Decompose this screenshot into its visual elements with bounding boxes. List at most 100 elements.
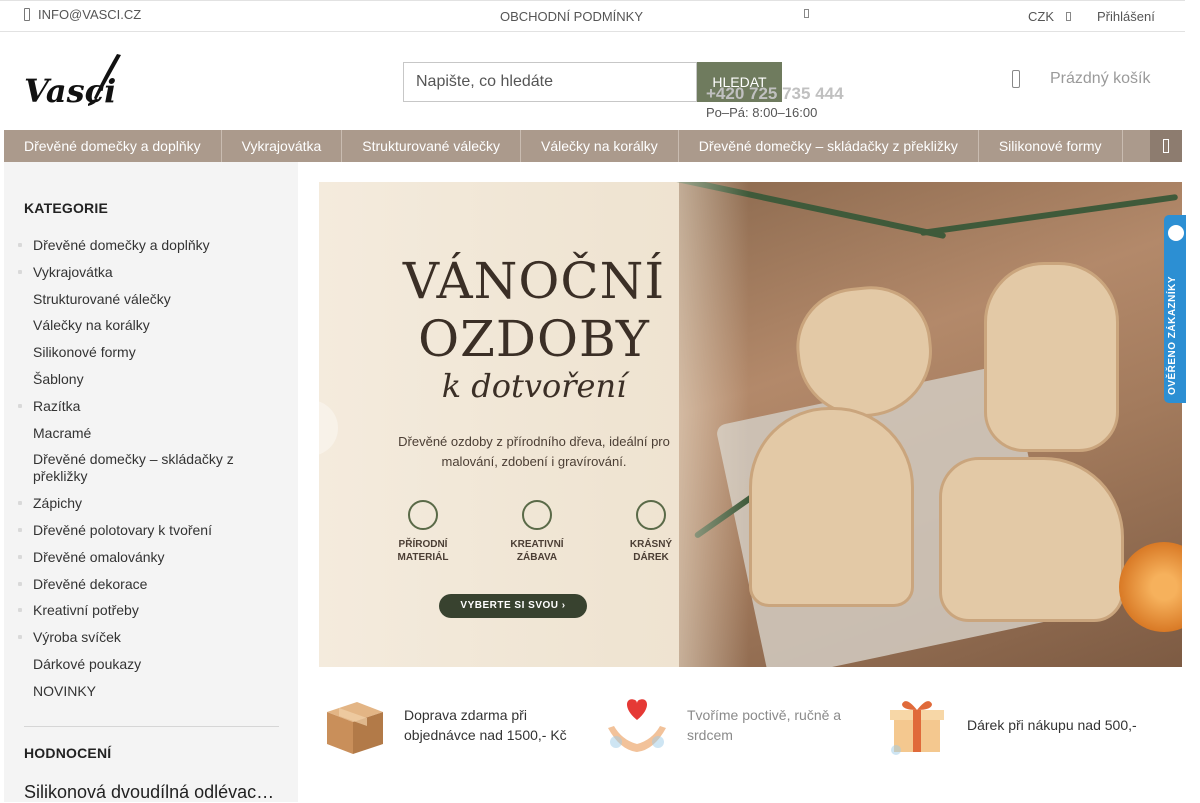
category-label: Dárkové poukazy: [33, 655, 142, 672]
benefit-text: Tvoříme poctivě, ručně a srdcem: [687, 707, 842, 743]
feature-label: DÁREK: [633, 552, 669, 563]
category-label: Výroba svíček: [33, 629, 121, 646]
bullet-icon: [18, 554, 22, 559]
email-link[interactable]: INFO@VASCI.CZ: [24, 7, 141, 22]
benefit-handmade: Tvoříme poctivě, ručně a srdcem: [602, 690, 857, 760]
category-item[interactable]: Dřevěné omalovánky: [18, 549, 278, 566]
category-item[interactable]: Razítka: [18, 398, 278, 415]
nav-item-domecky[interactable]: Dřevěné domečky a doplňky: [4, 130, 222, 162]
category-label: Válečky na korálky: [33, 317, 150, 334]
nav-more-button[interactable]: [1150, 130, 1182, 162]
category-item[interactable]: Dřevěné domečky a doplňky: [18, 237, 278, 254]
category-item[interactable]: Dřevěné dekorace: [18, 576, 278, 593]
category-item[interactable]: NOVINKY: [18, 683, 278, 700]
bullet-icon: [18, 501, 22, 506]
benefit-text: Dárek při nákupu nad 500,-: [967, 717, 1137, 733]
verified-customers-badge[interactable]: OVĚŘENO ZÁKAZNÍKY: [1164, 215, 1186, 403]
category-label: Zápichy: [33, 495, 83, 512]
benefits-row: Doprava zdarma při objednávce nad 1500,-…: [319, 690, 1182, 770]
heureka-logo-icon: [1168, 225, 1184, 241]
feature-creative-fun: KREATIVNÍ ZÁBAVA: [501, 500, 573, 564]
category-item[interactable]: Válečky na korálky: [18, 317, 278, 334]
parcel-box-icon: [327, 702, 383, 754]
hero-banner[interactable]: VÁNOČNÍ OZDOBY k dotvoření Dřevěné ozdob…: [319, 182, 1182, 667]
banner-title-line1: VÁNOČNÍ: [402, 252, 666, 310]
category-item[interactable]: Vykrajovátka: [18, 264, 278, 281]
login-link[interactable]: Přihlášení: [1097, 9, 1155, 24]
feature-label: KRÁSNÝ: [629, 539, 673, 550]
currency-selector[interactable]: CZK: [1028, 9, 1071, 24]
more-icon: [1163, 139, 1169, 153]
gift-icon: [636, 500, 666, 530]
menu-icon[interactable]: [804, 9, 809, 21]
benefit-text: Doprava zdarma při objednávce nad 1500,-…: [404, 707, 567, 743]
feature-label: PŘÍRODNÍ: [398, 539, 448, 550]
bullet-icon: [18, 527, 22, 532]
opening-hours: Po–Pá: 8:00–16:00: [706, 105, 818, 120]
bullet-icon: [18, 608, 22, 613]
verified-badge-text: OVĚŘENO ZÁKAZNÍKY: [1167, 275, 1178, 395]
logo[interactable]: Vasci: [24, 52, 124, 110]
nav-item-valecky-na-koralky[interactable]: Válečky na korálky: [521, 130, 679, 162]
category-label: Strukturované válečky: [33, 290, 171, 307]
category-label: Razítka: [33, 397, 81, 414]
cart-link[interactable]: Prázdný košík: [1012, 70, 1150, 88]
header: Vasci HLEDAT +420 725 735 444 Po–Pá: 8:0…: [0, 32, 1185, 130]
top-bar: INFO@VASCI.CZ OBCHODNÍ PODMÍNKY CZK Přih…: [0, 0, 1185, 32]
feature-label: ZÁBAVA: [516, 552, 558, 563]
phone-number[interactable]: +420 725 735 444: [706, 84, 844, 104]
category-label: Dřevěné domečky – skládačky z překližky: [33, 451, 234, 485]
feature-nice-gift: KRÁSNÝ DÁREK: [615, 500, 687, 564]
reviews-heading: HODNOCENÍ: [24, 745, 112, 761]
bell-ornament-image: [749, 407, 914, 607]
banner-subtitle: k dotvoření: [441, 367, 627, 405]
bullet-icon: [18, 403, 22, 408]
category-label: Dřevěné dekorace: [33, 575, 148, 592]
category-item[interactable]: Šablony: [18, 371, 278, 388]
rocking-horse-ornament-image: [939, 457, 1124, 622]
category-label: NOVINKY: [33, 682, 97, 699]
benefit-free-shipping: Doprava zdarma při objednávce nad 1500,-…: [319, 690, 574, 760]
cart-icon: [1012, 70, 1020, 88]
nav-item-silikonove-formy[interactable]: Silikonové formy: [979, 130, 1123, 162]
banner-features: PŘÍRODNÍ MATERIÁL KREATIVNÍ ZÁBAVA KRÁSN…: [387, 500, 687, 564]
category-item[interactable]: Kreativní potřeby: [18, 602, 278, 619]
bullet-icon: [18, 635, 22, 640]
banner-cta-button[interactable]: VYBERTE SI SVOU ›: [439, 594, 587, 618]
nav-item-skladacky[interactable]: Dřevěné domečky – skládačky z překližky: [679, 130, 979, 162]
chevron-down-icon: [1066, 12, 1071, 21]
gift-box-icon: [890, 701, 944, 755]
category-label: Šablony: [33, 370, 84, 387]
terms-link[interactable]: OBCHODNÍ PODMÍNKY: [500, 9, 643, 24]
category-label: Dřevěné omalovánky: [33, 548, 165, 565]
currency-label: CZK: [1028, 9, 1054, 24]
cart-label: Prázdný košík: [1050, 70, 1151, 87]
category-label: Macramé: [33, 424, 92, 441]
category-item[interactable]: Dřevěné domečky – skládačky z překližky: [18, 451, 278, 485]
sidebar: KATEGORIE Dřevěné domečky a doplňky Vykr…: [4, 162, 298, 802]
nav-item-vykrajovatka[interactable]: Vykrajovátka: [222, 130, 343, 162]
banner-description: Dřevěné ozdoby z přírodního dřeva, ideál…: [398, 434, 670, 469]
search-input[interactable]: [403, 62, 697, 102]
bullet-icon: [18, 243, 22, 247]
feature-label: KREATIVNÍ: [510, 539, 564, 550]
feature-label: MATERIÁL: [397, 552, 449, 563]
nav-item-strukturovane-valecky[interactable]: Strukturované válečky: [342, 130, 522, 162]
categories-heading: KATEGORIE: [24, 200, 108, 216]
category-item[interactable]: Výroba svíček: [18, 629, 278, 646]
category-item[interactable]: Zápichy: [18, 495, 278, 512]
category-label: Kreativní potřeby: [33, 602, 139, 619]
svg-text:Vasci: Vasci: [24, 72, 116, 110]
sidebar-divider: [24, 726, 279, 727]
logo-icon: Vasci: [24, 54, 121, 110]
category-list: Dřevěné domečky a doplňky Vykrajovátka S…: [18, 237, 278, 710]
category-item[interactable]: Dřevěné polotovary k tvoření: [18, 522, 278, 539]
heart-hands-icon: [608, 699, 666, 752]
category-item[interactable]: Dárkové poukazy: [18, 656, 278, 673]
bullet-icon: [18, 269, 22, 274]
category-item[interactable]: Silikonové formy: [18, 344, 278, 361]
category-item[interactable]: Macramé: [18, 425, 278, 442]
category-item[interactable]: Strukturované válečky: [18, 291, 278, 308]
email-text: INFO@VASCI.CZ: [38, 7, 142, 22]
mail-icon: [24, 8, 30, 21]
